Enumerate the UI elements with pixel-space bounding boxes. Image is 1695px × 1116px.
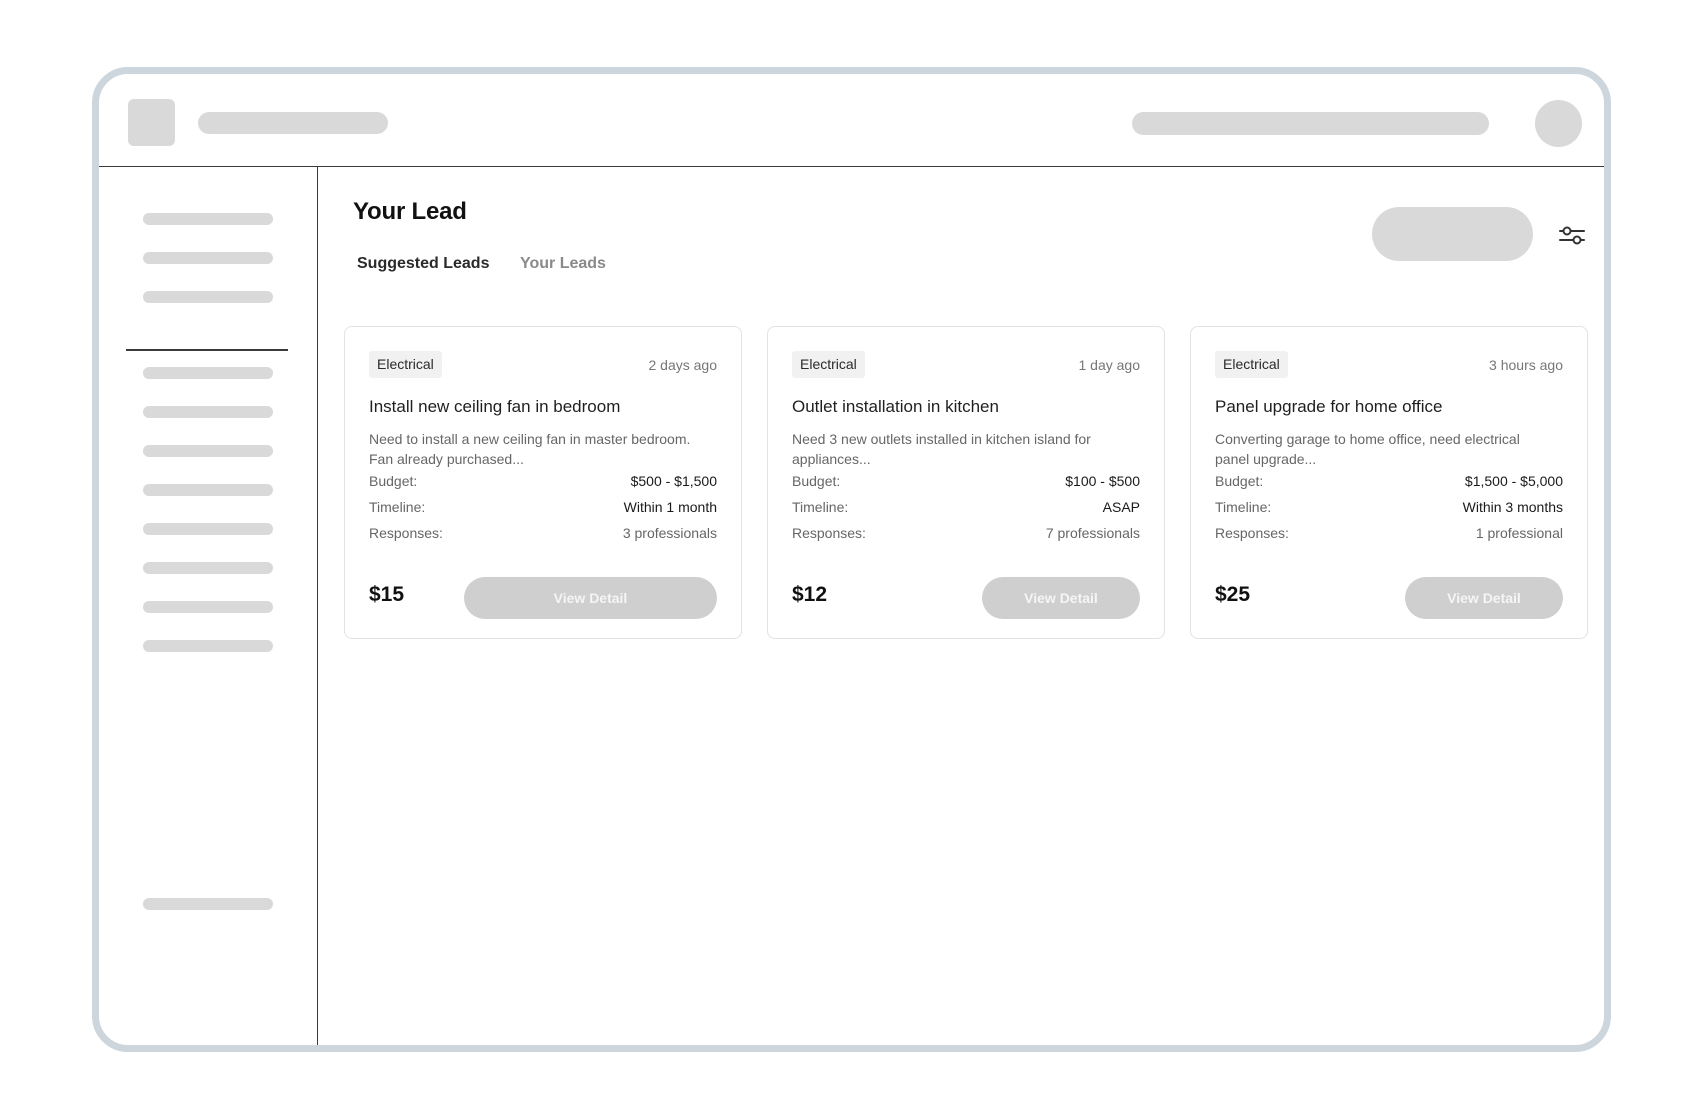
search-bar-placeholder[interactable] xyxy=(1132,112,1489,135)
sidebar-item-placeholder[interactable] xyxy=(143,291,273,303)
tab-suggested-leads[interactable]: Suggested Leads xyxy=(357,255,489,273)
lead-description: Converting garage to home office, need e… xyxy=(1215,429,1565,469)
main-content: Your Lead Suggested Leads Your Leads Ele… xyxy=(319,167,1604,1045)
budget-label: Budget: xyxy=(1215,473,1264,489)
description-line: panel upgrade... xyxy=(1215,451,1317,467)
sidebar-item-placeholder[interactable] xyxy=(143,406,273,418)
lead-description: Need to install a new ceiling fan in mas… xyxy=(369,429,719,469)
sidebar-item-placeholder[interactable] xyxy=(143,484,273,496)
sidebar-item-placeholder[interactable] xyxy=(143,213,273,225)
timeline-value: ASAP xyxy=(1102,499,1140,515)
sidebar-item-placeholder[interactable] xyxy=(143,640,273,652)
lead-price: $12 xyxy=(792,583,828,606)
responses-label: Responses: xyxy=(1215,525,1289,541)
timeline-label: Timeline: xyxy=(369,499,426,515)
responses-value: 3 professionals xyxy=(622,525,717,541)
posted-time: 3 hours ago xyxy=(1489,357,1563,373)
lead-title: Panel upgrade for home office xyxy=(1215,397,1443,416)
timeline-value: Within 3 months xyxy=(1462,499,1563,515)
description-line: Need 3 new outlets installed in kitchen … xyxy=(792,431,1091,447)
lead-price: $25 xyxy=(1215,583,1251,606)
sidebar xyxy=(99,167,318,1045)
avatar[interactable] xyxy=(1535,100,1582,147)
timeline-label: Timeline: xyxy=(792,499,849,515)
app-window: Your Lead Suggested Leads Your Leads Ele… xyxy=(92,67,1611,1052)
posted-time: 1 day ago xyxy=(1078,357,1141,373)
category-tag: Electrical xyxy=(1215,351,1288,378)
sidebar-item-placeholder[interactable] xyxy=(143,562,273,574)
budget-value: $500 - $1,500 xyxy=(630,473,717,489)
lead-description: Need 3 new outlets installed in kitchen … xyxy=(792,429,1142,469)
view-detail-button[interactable]: View Detail xyxy=(464,577,717,619)
page-title: Your Lead xyxy=(353,198,467,225)
description-line: appliances... xyxy=(792,451,871,467)
budget-label: Budget: xyxy=(792,473,841,489)
lead-price: $15 xyxy=(369,583,405,606)
sidebar-item-placeholder[interactable] xyxy=(143,367,273,379)
sidebar-item-placeholder[interactable] xyxy=(143,252,273,264)
tab-your-leads[interactable]: Your Leads xyxy=(520,255,606,273)
description-line: Fan already purchased... xyxy=(369,451,524,467)
description-line: Need to install a new ceiling fan in mas… xyxy=(369,431,691,447)
timeline-label: Timeline: xyxy=(1215,499,1272,515)
responses-value: 1 professional xyxy=(1475,525,1563,541)
budget-label: Budget: xyxy=(369,473,418,489)
sidebar-item-placeholder[interactable] xyxy=(143,601,273,613)
lead-card[interactable]: Electrical 1 day ago Outlet installation… xyxy=(767,326,1165,639)
budget-value: $1,500 - $5,000 xyxy=(1464,473,1563,489)
responses-label: Responses: xyxy=(369,525,443,541)
budget-value: $100 - $500 xyxy=(1065,473,1140,489)
sidebar-divider xyxy=(126,349,288,351)
timeline-value: Within 1 month xyxy=(623,499,717,515)
lead-card[interactable]: Electrical 2 days ago Install new ceilin… xyxy=(344,326,742,639)
description-line: Converting garage to home office, need e… xyxy=(1215,431,1520,447)
app-title-placeholder xyxy=(198,112,388,134)
category-tag: Electrical xyxy=(369,351,442,378)
view-detail-button[interactable]: View Detail xyxy=(982,577,1140,619)
sidebar-item-placeholder[interactable] xyxy=(143,523,273,535)
sliders-icon[interactable] xyxy=(1558,223,1586,247)
responses-label: Responses: xyxy=(792,525,866,541)
posted-time: 2 days ago xyxy=(648,357,718,373)
lead-card[interactable]: Electrical 3 hours ago Panel upgrade for… xyxy=(1190,326,1588,639)
top-header xyxy=(99,74,1604,167)
action-button-placeholder[interactable] xyxy=(1372,207,1533,261)
view-detail-button[interactable]: View Detail xyxy=(1405,577,1563,619)
logo-placeholder[interactable] xyxy=(128,99,175,146)
category-tag: Electrical xyxy=(792,351,865,378)
sidebar-item-placeholder[interactable] xyxy=(143,445,273,457)
responses-value: 7 professionals xyxy=(1045,525,1140,541)
lead-title: Install new ceiling fan in bedroom xyxy=(369,397,621,416)
sidebar-footer-placeholder[interactable] xyxy=(143,898,273,910)
lead-title: Outlet installation in kitchen xyxy=(792,397,999,416)
